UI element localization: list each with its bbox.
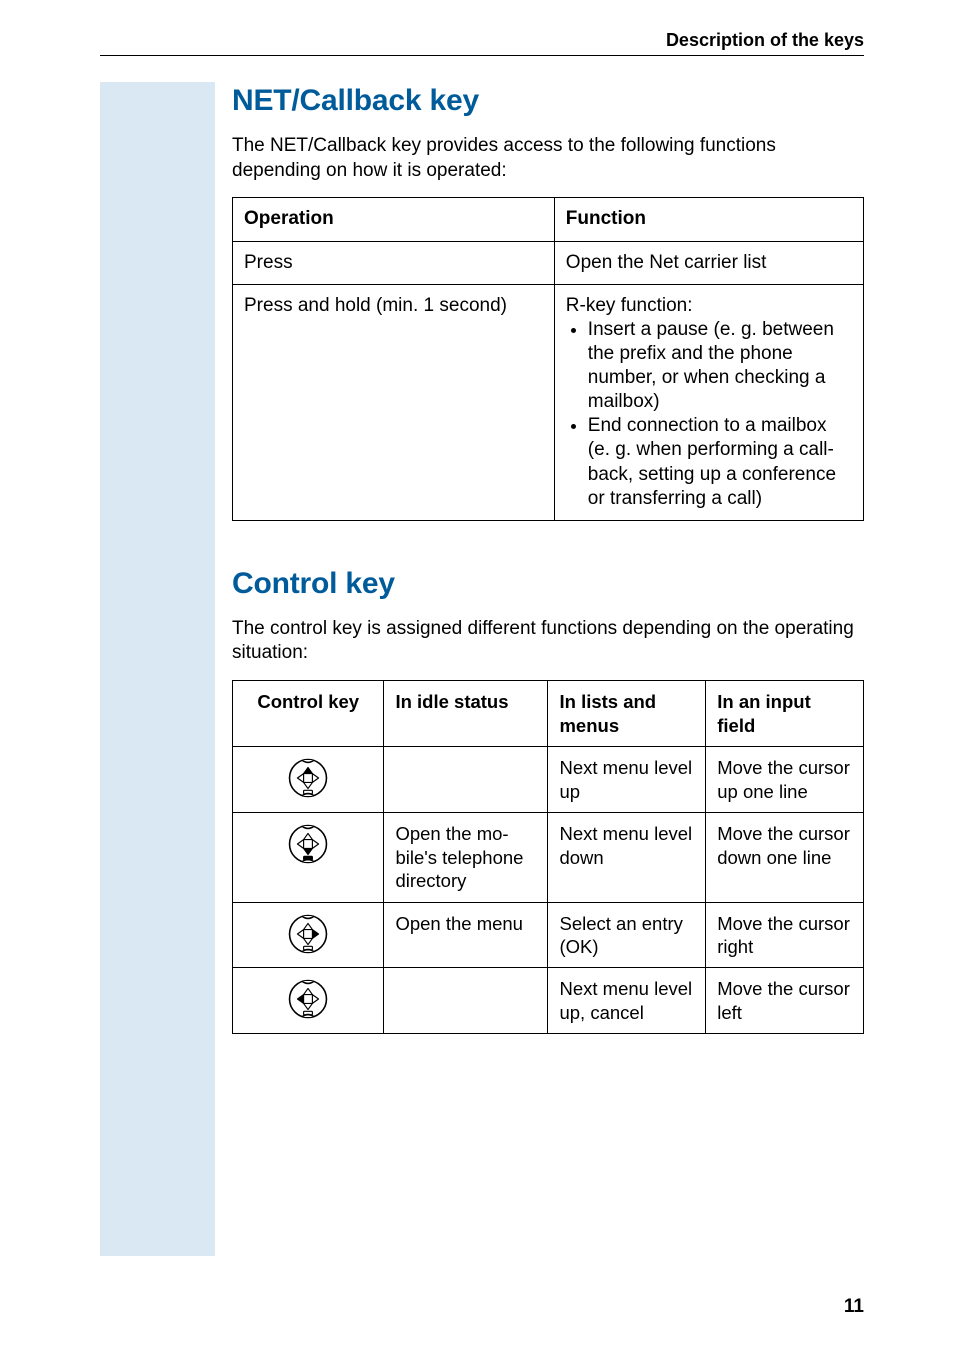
table-row: Press and hold (min. 1 second) R-key fun… [233, 284, 864, 520]
cell-input: Move the cursor up one line [706, 747, 864, 813]
cell-lists: Next menu level up, cancel [548, 968, 706, 1034]
control-key-icon [280, 977, 336, 1021]
cell-operation: Press [233, 241, 555, 284]
cell-lists: Next menu level up [548, 747, 706, 813]
cell-idle [384, 968, 548, 1034]
net-callback-table: Operation Function Press Open the Net ca… [232, 197, 864, 520]
section-intro-net-callback: The NET/Callback key provides access to … [232, 134, 864, 183]
section-title-net-callback: NET/Callback key [232, 84, 864, 118]
cell-input: Move the cursor down one line [706, 813, 864, 902]
function-list-item: Insert a pause (e. g. between the prefix… [588, 318, 852, 415]
section-title-control-key: Control key [232, 567, 864, 601]
th-function: Function [554, 198, 863, 241]
table-row: Open the mo-bile's telephone directoryNe… [233, 813, 864, 902]
table-row: Press Open the Net carrier list [233, 241, 864, 284]
control-key-icon [280, 822, 336, 866]
running-header: Description of the keys [100, 30, 864, 56]
function-list-item: End connection to a mailbox (e. g. when … [588, 414, 852, 511]
page-number: 11 [844, 1296, 864, 1318]
th-control-key: Control key [233, 681, 384, 747]
cell-function: Open the Net carrier list [554, 241, 863, 284]
control-key-icon [280, 756, 336, 800]
control-key-table: Control key In idle status In lists and … [232, 680, 864, 1034]
cell-control-key-icon [233, 902, 384, 968]
table-row: Next menu level up, cancelMove the curso… [233, 968, 864, 1034]
cell-control-key-icon [233, 747, 384, 813]
th-input: In an input field [706, 681, 864, 747]
cell-idle: Open the mo-bile's telephone directory [384, 813, 548, 902]
th-idle: In idle status [384, 681, 548, 747]
cell-input: Move the cursor left [706, 968, 864, 1034]
cell-operation: Press and hold (min. 1 second) [233, 284, 555, 520]
cell-function: R-key function: Insert a pause (e. g. be… [554, 284, 863, 520]
cell-idle: Open the menu [384, 902, 548, 968]
control-key-icon [280, 912, 336, 956]
cell-idle [384, 747, 548, 813]
th-operation: Operation [233, 198, 555, 241]
cell-control-key-icon [233, 813, 384, 902]
cell-lists: Select an entry (OK) [548, 902, 706, 968]
cell-lists: Next menu level down [548, 813, 706, 902]
cell-input: Move the cursor right [706, 902, 864, 968]
table-row: Open the menuSelect an entry (OK)Move th… [233, 902, 864, 968]
th-lists: In lists and menus [548, 681, 706, 747]
section-intro-control-key: The control key is assigned different fu… [232, 617, 864, 666]
cell-control-key-icon [233, 968, 384, 1034]
function-lead: R-key function: [566, 294, 852, 318]
side-accent-bar [100, 82, 215, 1256]
table-row: Next menu level upMove the cursor up one… [233, 747, 864, 813]
function-list: Insert a pause (e. g. between the prefix… [566, 318, 852, 511]
